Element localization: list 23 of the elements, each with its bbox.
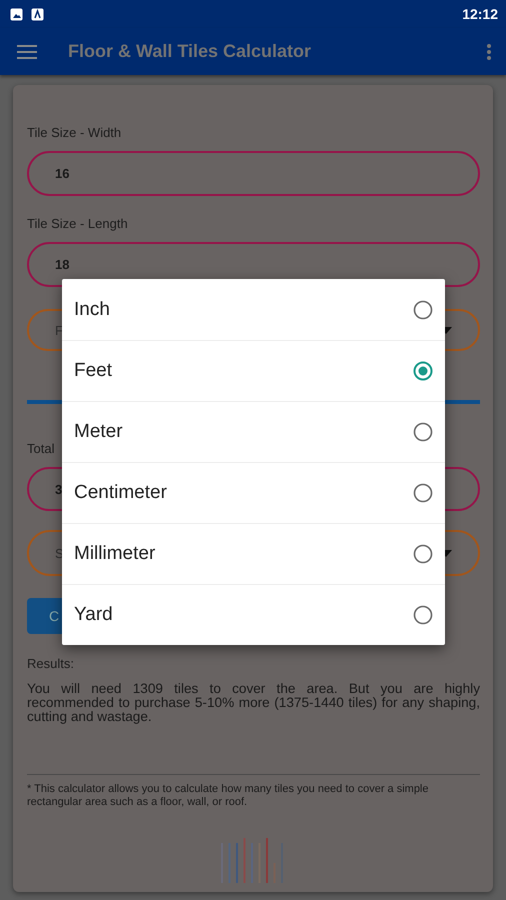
menu-icon[interactable] — [17, 44, 37, 60]
app-notification-icon — [31, 8, 44, 20]
unit-option[interactable]: Centimeter — [62, 462, 445, 523]
unit-option[interactable]: Yard — [62, 584, 445, 645]
radio-button-icon[interactable] — [413, 483, 433, 503]
image-icon — [10, 8, 23, 20]
radio-button-icon[interactable] — [413, 605, 433, 625]
radio-button-icon[interactable] — [413, 544, 433, 564]
footnote-text: * This calculator allows you to calculate how many tiles you need to cover a simple rectangular area such as a floor, wall, or roof. — [27, 783, 430, 808]
unit-option[interactable]: Meter — [62, 401, 445, 462]
results-text: You will need 1309 tiles to cover the area. But you are highly recommended to purchase 5-10% more (1375-1440 tiles) for any shaping, cutting and wastage. — [27, 682, 480, 724]
unit-option[interactable]: Millimeter — [62, 523, 445, 584]
app-title: Floor & Wall Tiles Calculator — [68, 41, 312, 62]
field-label: Total — [27, 441, 56, 457]
results-heading: Results: — [27, 656, 75, 672]
unit-option[interactable]: Feet — [62, 340, 445, 401]
status-time: 12:12 — [462, 6, 498, 22]
radio-button-icon[interactable] — [413, 361, 433, 381]
more-options-icon[interactable] — [486, 42, 492, 60]
radio-button-icon[interactable] — [413, 422, 433, 442]
radio-button-icon[interactable] — [413, 300, 433, 320]
field-label: Tile Size - Width — [27, 125, 122, 141]
field-label: Tile Size - Length — [27, 216, 129, 232]
